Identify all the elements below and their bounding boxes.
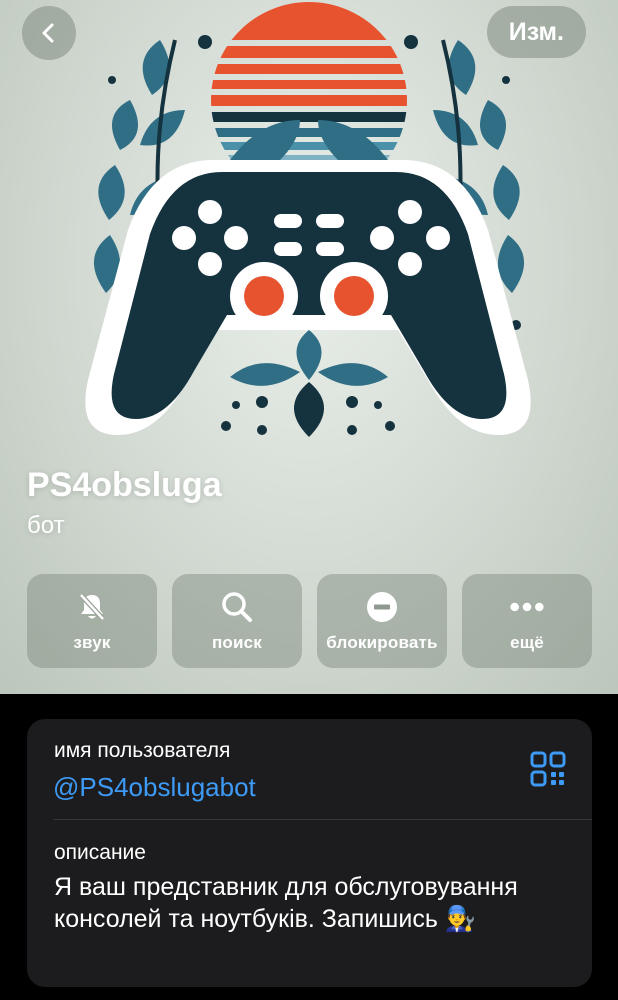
qr-code-icon[interactable]	[530, 751, 566, 787]
back-button[interactable]	[22, 6, 76, 60]
bell-slash-icon	[74, 589, 110, 625]
username-link[interactable]: @PS4obslugabot	[53, 772, 256, 803]
divider	[54, 819, 592, 820]
more-icon	[509, 589, 545, 625]
description-text: Я ваш представник для обслуговування кон…	[54, 873, 518, 933]
search-label: поиск	[211, 633, 263, 652]
search-button[interactable]: поиск	[172, 574, 302, 668]
more-button[interactable]: ещё	[462, 574, 592, 668]
mute-button[interactable]: звук	[27, 574, 157, 668]
description-label: описание	[54, 841, 146, 864]
search-icon	[219, 589, 255, 625]
info-card: имя пользователя @PS4obslugabot описание…	[27, 719, 592, 987]
mute-label: звук	[73, 633, 111, 652]
edit-button[interactable]: Изм.	[486, 6, 586, 58]
bot-name: PS4obsluga	[27, 466, 222, 504]
bot-status: бот	[27, 512, 65, 539]
profile-header: Изм. PS4obsluga бот звук поиск блокирова…	[0, 0, 618, 694]
action-bar: звук поиск блокировать ещё	[27, 574, 592, 668]
username-label: имя пользователя	[54, 739, 231, 762]
chevron-left-icon	[42, 23, 54, 43]
block-button[interactable]: блокировать	[317, 574, 447, 668]
block-icon	[364, 589, 400, 625]
block-label: блокировать	[326, 633, 438, 652]
more-label: ещё	[510, 633, 544, 652]
